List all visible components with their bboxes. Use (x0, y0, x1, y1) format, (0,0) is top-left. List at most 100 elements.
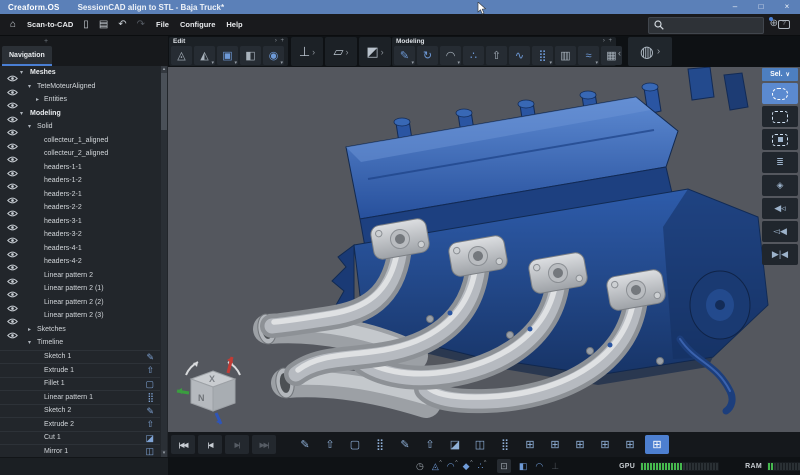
sketch-button[interactable]: ✎▾ (394, 46, 415, 65)
timeline-feature-cut-button[interactable]: ◪ (445, 435, 465, 454)
surface-visibility-icon[interactable]: ◠^ (447, 459, 455, 473)
tree-item[interactable]: headers-1-2 (0, 174, 160, 188)
sweep-button[interactable]: ≈▾ (578, 46, 599, 65)
tree-item[interactable]: Linear pattern 2 (0, 269, 160, 283)
edit-section-controls[interactable]: › + (275, 38, 285, 44)
timeline-item[interactable]: Fillet 1▢ (0, 377, 160, 391)
copy-entities-button[interactable]: ▣▾ (217, 46, 238, 65)
home-button[interactable]: ⌂ (10, 15, 16, 35)
viewport-3d[interactable]: X N (168, 67, 800, 432)
timeline-feature-pattern-button[interactable]: ⣿ (495, 435, 515, 454)
help-menu[interactable]: Help (226, 20, 242, 29)
timeline-feature-combine-button[interactable]: ⊞ (645, 435, 669, 454)
tree-item[interactable]: headers-2-2 (0, 201, 160, 215)
tree-item[interactable]: headers-3-1 (0, 215, 160, 229)
save-button[interactable]: ▤ (99, 15, 108, 35)
sidebar-scrollbar[interactable] (161, 66, 167, 457)
solid-view-icon[interactable]: ⊡ (497, 459, 511, 473)
timeline-feature-sketch-button[interactable]: ✎ (295, 435, 315, 454)
timeline-item[interactable]: Mirror 1◫ (0, 444, 160, 457)
chevron-right-icon[interactable]: ▸ (36, 96, 39, 103)
view-cube[interactable]: X N (174, 351, 252, 429)
axes-view-icon[interactable]: ⊥ (551, 459, 559, 473)
minimize-button[interactable]: – (722, 0, 748, 14)
timeline-feature-combine-button[interactable]: ⊞ (570, 435, 590, 454)
axis-system-group[interactable]: ⊥› (291, 37, 323, 66)
points-visibility-icon[interactable]: ∴^ (478, 459, 484, 473)
deviation-analysis-button[interactable]: ◧ (240, 46, 261, 65)
tree-item[interactable]: Linear pattern 2 (1) (0, 282, 160, 296)
timeline-feature-sketch-button[interactable]: ✎ (395, 435, 415, 454)
file-menu[interactable]: File (156, 20, 169, 29)
help-bubble-icon[interactable]: ? (778, 20, 790, 29)
rectangle-select-tool[interactable] (762, 106, 798, 127)
timeline-feature-combine-button[interactable]: ⊞ (545, 435, 565, 454)
chevron-down-icon[interactable]: ▾ (20, 110, 23, 117)
tree-item[interactable]: ▾Meshes (0, 66, 160, 80)
timeline-feature-extrude-button[interactable]: ⇧ (320, 435, 340, 454)
scrollbar-thumb[interactable] (161, 66, 167, 130)
extrude-button[interactable]: ⇧ (486, 46, 507, 65)
fit-surface-button[interactable]: ◠▾ (440, 46, 461, 65)
tree-item[interactable]: ▾Timeline (0, 336, 160, 350)
tree-item[interactable]: ▾Solid (0, 120, 160, 134)
tree-item[interactable]: Linear pattern 2 (3) (0, 309, 160, 323)
tree-item[interactable]: ▾Modeling (0, 107, 160, 121)
search-box[interactable] (648, 17, 764, 34)
timeline-feature-combine-button[interactable]: ⊞ (595, 435, 615, 454)
tree-item[interactable]: collecteur_1_aligned (0, 134, 160, 148)
search-input[interactable] (668, 21, 760, 30)
linear-pattern-button[interactable]: ⣿▾ (532, 46, 553, 65)
tab-navigation[interactable]: Navigation (2, 46, 52, 66)
auto-surface-button[interactable]: ◍ › (628, 37, 672, 66)
timeline-item[interactable]: Cut 1◪ (0, 431, 160, 445)
extract-surface-group[interactable]: ◩› (359, 37, 391, 66)
modeling-collapse-button[interactable]: ‹ (618, 48, 621, 58)
undo-button[interactable]: ↶ (118, 15, 126, 35)
tree-item[interactable]: headers-4-2 (0, 255, 160, 269)
mesh-visibility-icon[interactable]: ◬^ (432, 459, 439, 473)
timeline-item[interactable]: Extrude 2⇧ (0, 417, 160, 431)
timeline-feature-pattern-button[interactable]: ⣿ (370, 435, 390, 454)
flip-front-tool[interactable]: ◅◀ (762, 221, 798, 242)
mirror-view-tool[interactable]: ▶|◀ (762, 244, 798, 265)
lasso-select-tool[interactable] (762, 83, 798, 104)
edit-mesh-button[interactable]: ◉▾ (263, 46, 284, 65)
tree-item[interactable]: headers-3-2 (0, 228, 160, 242)
chevron-down-icon[interactable]: ▾ (28, 83, 31, 90)
tree-item[interactable]: Linear pattern 2 (2) (0, 296, 160, 310)
thicken-button[interactable]: ▥ (555, 46, 576, 65)
revolve-button[interactable]: ↻ (417, 46, 438, 65)
modeling-section-controls[interactable]: › + (603, 38, 613, 44)
grow-selection-tool[interactable]: ◈ (762, 175, 798, 196)
scroll-down-arrow[interactable]: ▾ (161, 450, 167, 457)
component-pattern-button[interactable]: ∴ (463, 46, 484, 65)
timeline-item[interactable]: Sketch 2✎ (0, 404, 160, 418)
selection-mode-dropdown[interactable]: Sel. ∨ (762, 68, 798, 81)
surface-shade-icon[interactable]: ◠ (535, 459, 543, 473)
timeline-item[interactable]: Extrude 1⇧ (0, 363, 160, 377)
tree-item[interactable]: headers-4-1 (0, 242, 160, 256)
timeline-feature-mirror-button[interactable]: ◫ (470, 435, 490, 454)
timeline-feature-combine-button[interactable]: ⊞ (520, 435, 540, 454)
sketch-entities-group[interactable]: ▱› (325, 37, 357, 66)
configure-menu[interactable]: Configure (180, 20, 215, 29)
timeline-feature-fillet-button[interactable]: ▢ (345, 435, 365, 454)
select-through-tool[interactable] (762, 129, 798, 150)
flip-back-tool[interactable]: ◀◃ (762, 198, 798, 219)
scroll-up-arrow[interactable]: ▴ (161, 66, 167, 73)
maximize-button[interactable]: □ (748, 0, 774, 14)
close-button[interactable]: × (774, 0, 800, 14)
pin-icon[interactable]: + (44, 38, 48, 45)
loft-button[interactable]: ∿ (509, 46, 530, 65)
step-back-button[interactable]: |◀ (198, 435, 222, 454)
solid-visibility-icon[interactable]: ◆^ (463, 459, 470, 473)
timeline-feature-extrude-button[interactable]: ⇧ (420, 435, 440, 454)
tree-item[interactable]: headers-2-1 (0, 188, 160, 202)
chevron-down-icon[interactable]: ▾ (28, 123, 31, 130)
chevron-down-icon[interactable]: ▾ (20, 69, 23, 76)
chevron-right-icon[interactable]: ▸ (28, 326, 31, 333)
engine-model[interactable] (168, 67, 800, 432)
defeature-button[interactable]: ◭▾ (194, 46, 215, 65)
tree-item[interactable]: headers-1-1 (0, 161, 160, 175)
